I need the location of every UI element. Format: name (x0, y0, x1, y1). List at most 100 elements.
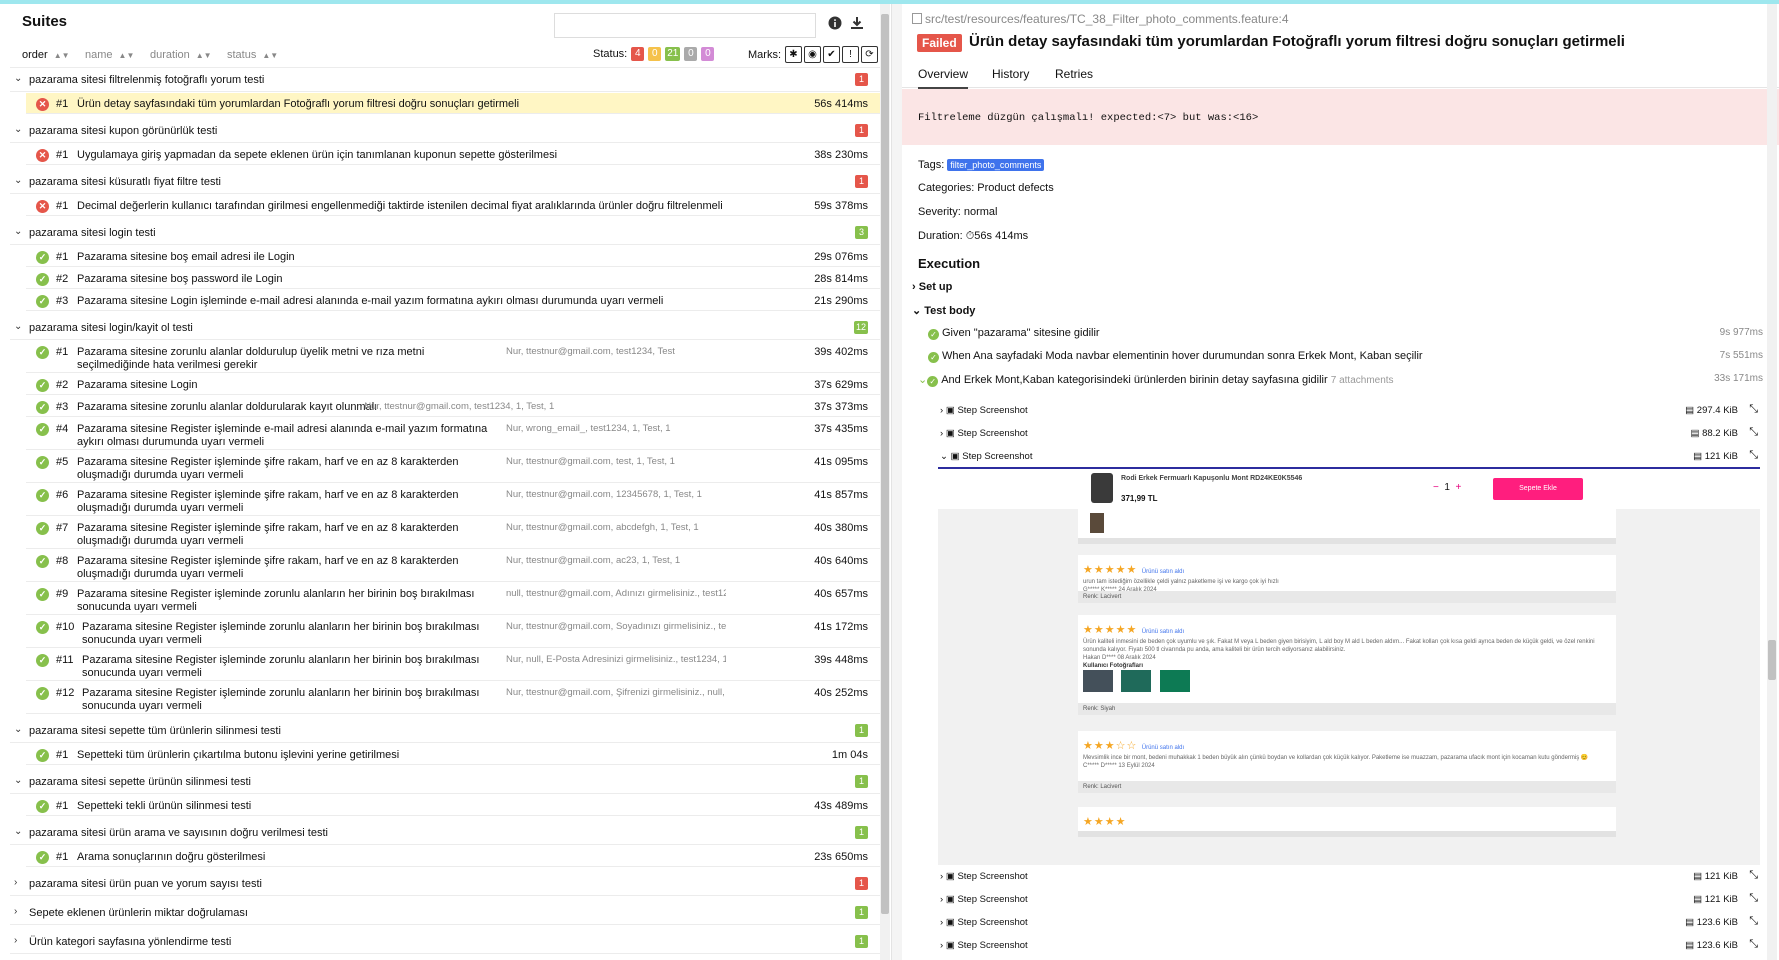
test-case-row[interactable]: ✓ #2 Pazarama sitesine boş password ile Lo… (26, 268, 882, 289)
expand-icon[interactable]: ⤡ (1749, 915, 1758, 928)
test-case-duration: 28s 814ms (814, 273, 868, 285)
tab-overview[interactable]: Overview (918, 67, 969, 89)
suite-name: pazarama sitesi login testi (29, 227, 156, 239)
attachment-label: Step Screenshot (962, 451, 1033, 462)
setup-section[interactable]: › Set up (912, 281, 1762, 293)
step-row[interactable]: ✓ When Ana sayfadaki Moda navbar elementi… (928, 350, 1763, 363)
step-row[interactable]: ✓ Given "pazarama" sitesine gidilir 9s 977… (928, 327, 1763, 340)
suite-group[interactable]: ⌄ pazarama sitesi login testi 3 (10, 221, 882, 245)
test-case-row[interactable]: ✓ #2 Pazarama sitesine Login 37s 629ms (26, 374, 882, 395)
test-case-row[interactable]: ✕ #1 Decimal değerlerin kullanıcı tarafınd… (26, 195, 882, 216)
passed-icon: ✓ (928, 352, 939, 363)
suite-group[interactable]: ⌄ pazarama sitesi kupon görünürlük testi 1 (10, 119, 882, 143)
test-case-row[interactable]: ✕ #1 Ürün detay sayfasındaki tüm yorumlard… (26, 93, 882, 114)
suite-group[interactable]: ⌄ pazarama sitesi sepette ürünün silinmes… (10, 770, 882, 794)
test-case-row[interactable]: ✓ #1 Sepetteki tüm ürünlerin çıkartılma bu… (26, 744, 882, 765)
test-case-row[interactable]: ✓ #7 Pazarama sitesine Register işleminde … (26, 517, 882, 549)
suite-group[interactable]: ⌄ pazarama sitesi login/kayit ol testi 12 (10, 316, 882, 340)
tags-row: Tags: filter_photo_comments (918, 159, 1045, 171)
suite-name: pazarama sitesi sepette tüm ürünlerin si… (29, 725, 281, 737)
attachment-row[interactable]: › ▣ Step Screenshot ▤ 88.2 KiB ⤡ (940, 425, 1760, 445)
left-scrollbar-thumb[interactable] (881, 14, 889, 914)
attachment-row[interactable]: › ▣ Step Screenshot ▤ 121 KiB ⤡ (940, 868, 1760, 888)
test-case-params: Nur, wrong_email_, test1234, 1, Test, 1 (506, 423, 671, 434)
test-body-section[interactable]: ⌄ Test body (912, 304, 1762, 317)
test-case-row[interactable]: ✕ #1 Uygulamaya giriş yapmadan da sepete e… (26, 144, 882, 165)
status-unknown-count[interactable]: 0 (701, 47, 715, 61)
suite-name: pazarama sitesi login/kayit ol testi (29, 322, 193, 334)
attachment-row[interactable]: › ▣ Step Screenshot ▤ 123.6 KiB ⤡ (940, 937, 1760, 957)
suite-group[interactable]: ⌄ pazarama sitesi küsuratlı fiyat filtre … (10, 170, 882, 194)
test-case-row[interactable]: ✓ #12 Pazarama sitesine Register işleminde… (26, 682, 882, 714)
attachment-size: ▤ 297.4 KiB (1685, 405, 1738, 416)
test-case-row[interactable]: ✓ #1 Arama sonuçlarının doğru gösterilmesi… (26, 846, 882, 867)
test-case-title: Pazarama sitesine boş email adresi ile L… (77, 251, 295, 263)
suite-group[interactable]: ⌄ pazarama sitesi sepette tüm ürünlerin s… (10, 719, 882, 743)
status-broken-count[interactable]: 0 (648, 47, 662, 61)
suite-group[interactable]: ⌄ pazarama sitesi ürün arama ve sayısının… (10, 821, 882, 845)
expand-icon[interactable]: ⤡ (1749, 426, 1758, 439)
tag-badge[interactable]: filter_photo_comments (947, 159, 1045, 171)
right-scrollbar[interactable] (1767, 4, 1777, 960)
sort-duration[interactable]: duration ▲▼ (150, 49, 212, 61)
status-passed-count[interactable]: 21 (665, 47, 681, 61)
expand-icon[interactable]: ⤡ (1749, 938, 1758, 951)
suite-group[interactable]: › Sepete eklenen ürünlerin miktar doğrula… (10, 901, 882, 925)
test-case-row[interactable]: ✓ #1 Pazarama sitesine boş email adresi il… (26, 246, 882, 267)
flaky-mark-icon[interactable]: ✱ (785, 46, 802, 63)
download-icon[interactable] (848, 16, 866, 34)
status-failed-count[interactable]: 4 (631, 47, 645, 61)
test-case-params: Nur, ttestnur@gmail.com, test1234, Test (506, 346, 675, 357)
left-scrollbar[interactable] (880, 4, 890, 960)
expand-icon[interactable]: ⤡ (1749, 403, 1758, 416)
test-case-row[interactable]: ✓ #8 Pazarama sitesine Register işleminde … (26, 550, 882, 582)
test-case-row[interactable]: ✓ #3 Pazarama sitesine Login işleminde e-m… (26, 290, 882, 311)
passed-status-icon: ✓ (36, 295, 49, 308)
test-case-row[interactable]: ✓ #9 Pazarama sitesine Register işleminde … (26, 583, 882, 615)
test-case-row[interactable]: ✓ #1 Sepetteki tekli ürünün silinmesi test… (26, 795, 882, 816)
expand-icon[interactable]: ⤡ (1749, 449, 1758, 462)
tab-history[interactable]: History (992, 67, 1029, 81)
new-failed-mark-icon[interactable]: ◉ (804, 46, 821, 63)
search-input[interactable] (554, 13, 816, 38)
test-case-row[interactable]: ✓ #11 Pazarama sitesine Register işleminde… (26, 649, 882, 681)
expand-icon[interactable]: ⤡ (1749, 892, 1758, 905)
suite-group[interactable]: › Ürün kategori sayfasına yönlendirme tes… (10, 930, 882, 954)
attachment-row[interactable]: › ▣ Step Screenshot ▤ 123.6 KiB ⤡ (940, 914, 1760, 934)
tab-retries[interactable]: Retries (1055, 67, 1093, 81)
passed-status-icon: ✓ (36, 379, 49, 392)
right-scrollbar-thumb[interactable] (1768, 640, 1776, 680)
sort-name[interactable]: name ▲▼ (85, 49, 134, 61)
attachment-row[interactable]: › ▣ Step Screenshot ▤ 121 KiB ⤡ (940, 891, 1760, 911)
copy-icon[interactable] (912, 13, 922, 24)
pane-splitter[interactable] (892, 4, 902, 960)
sort-order[interactable]: order ▲▼ (22, 49, 70, 61)
attachment-row[interactable]: › ▣ Step Screenshot ▤ 297.4 KiB ⤡ (940, 402, 1760, 422)
product-name: Rodi Erkek Fermuarlı Kapuşonlu Mont RD24… (1121, 475, 1303, 482)
status-skipped-count[interactable]: 0 (684, 47, 698, 61)
test-case-row[interactable]: ✓ #10 Pazarama sitesine Register işleminde… (26, 616, 882, 648)
feature-path: src/test/resources/features/TC_38_Filter… (912, 12, 1289, 26)
test-case-row[interactable]: ✓ #3 Pazarama sitesine zorunlu alanlar dol… (26, 396, 882, 417)
suite-name: Sepete eklenen ürünlerin miktar doğrulam… (29, 907, 248, 919)
suite-group[interactable]: › pazarama sitesi ürün puan ve yorum sayı… (10, 872, 882, 896)
test-case-number: #1 (56, 851, 69, 863)
step-row-expanded[interactable]: ⌄ ✓ And Erkek Mont,Kaban kategorisindeki ü… (918, 373, 1763, 387)
new-passed-mark-icon[interactable]: ✔ (823, 46, 840, 63)
info-icon[interactable] (826, 16, 844, 34)
expand-icon[interactable]: ⤡ (1749, 869, 1758, 882)
attachment-label: Step Screenshot (957, 917, 1028, 928)
attachment-size-value: 121 KiB (1704, 894, 1738, 905)
test-case-row[interactable]: ✓ #4 Pazarama sitesine Register işleminde … (26, 418, 882, 450)
sort-status[interactable]: status ▲▼ (227, 49, 278, 61)
test-case-row[interactable]: ✓ #6 Pazarama sitesine Register işleminde … (26, 484, 882, 516)
test-case-row[interactable]: ✓ #1 Pazarama sitesine zorunlu alanlar dol… (26, 341, 882, 373)
retries-mark-icon[interactable]: ⟳ (861, 46, 878, 63)
test-case-row[interactable]: ✓ #5 Pazarama sitesine Register işleminde … (26, 451, 882, 483)
attachment-row[interactable]: ⌄ ▣ Step Screenshot ▤ 121 KiB ⤡ (940, 448, 1760, 468)
test-case-number: #1 (56, 346, 69, 358)
chevron-down-icon: ⌄ (940, 451, 948, 462)
suite-group[interactable]: ⌄ pazarama sitesi filtrelenmiş fotoğraflı… (10, 68, 882, 92)
attachment-size: ▤ 121 KiB (1693, 894, 1738, 905)
new-broken-mark-icon[interactable]: ! (842, 46, 859, 63)
